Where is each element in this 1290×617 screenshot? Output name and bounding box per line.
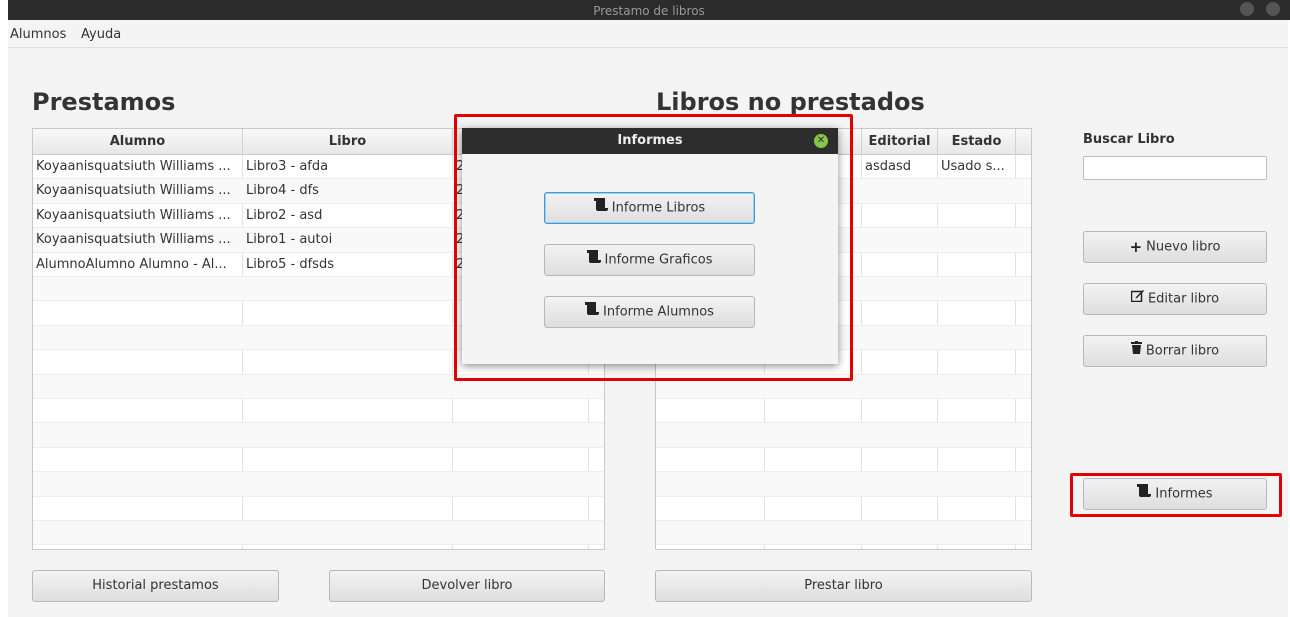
edit-book-label: Editar libro	[1147, 291, 1220, 307]
reports-label: Informes	[1155, 486, 1213, 502]
column-header-estado[interactable]: Estado	[938, 129, 1016, 155]
report-charts-button[interactable]: Informe Graficos	[544, 244, 755, 276]
column-header-libro[interactable]: Libro	[243, 129, 453, 155]
cell-editorial: asdasd	[865, 159, 911, 174]
cell-alumno: Koyaanisquatsiuth Williams ...	[36, 159, 231, 174]
report-books-label: Informe Libros	[611, 200, 706, 216]
dialog-title: Informes	[617, 133, 683, 148]
report-books-button[interactable]: Informe Libros	[544, 192, 755, 224]
window-titlebar: Prestamo de libros	[8, 0, 1290, 20]
cell-libro: Libro3 - afda	[246, 159, 329, 174]
new-book-label: Nuevo libro	[1146, 239, 1221, 255]
table-row[interactable]	[33, 521, 604, 546]
table-row[interactable]	[33, 448, 604, 473]
table-row[interactable]	[656, 521, 1031, 546]
reports-dialog: Informes ✕ Informe Libros Informe Grafic…	[462, 128, 838, 364]
scroll-icon	[586, 245, 601, 275]
cell-libro: Libro2 - asd	[246, 207, 323, 223]
menu-ayuda[interactable]: Ayuda	[81, 27, 121, 42]
cell-alumno: Koyaanisquatsiuth Williams ...	[36, 183, 231, 199]
cell-libro: Libro4 - dfs	[246, 183, 319, 199]
table-row[interactable]	[33, 497, 604, 521]
table-row[interactable]	[656, 448, 1031, 473]
report-students-button[interactable]: Informe Alumnos	[544, 296, 755, 328]
cell-alumno: AlumnoAlumno Alumno - Al...	[36, 256, 227, 272]
table-row[interactable]	[656, 472, 1031, 497]
dialog-close-icon[interactable]: ✕	[814, 134, 828, 148]
reports-button[interactable]: Informes	[1083, 478, 1267, 510]
close-window-icon[interactable]	[1266, 2, 1280, 16]
cell-estado: Usado s...	[941, 159, 1005, 174]
table-row[interactable]	[656, 399, 1031, 424]
table-row[interactable]	[33, 423, 604, 448]
table-row[interactable]	[656, 374, 1031, 399]
trash-icon	[1130, 336, 1142, 366]
delete-book-button[interactable]: Borrar libro	[1083, 335, 1267, 367]
table-row[interactable]	[656, 423, 1031, 448]
delete-book-label: Borrar libro	[1145, 343, 1220, 359]
history-button[interactable]: Historial prestamos	[32, 570, 279, 602]
new-book-button[interactable]: + Nuevo libro	[1083, 231, 1267, 263]
column-header-alumno[interactable]: Alumno	[33, 129, 243, 155]
cell-libro: Libro5 - dfsds	[246, 256, 334, 272]
report-students-label: Informe Alumnos	[603, 304, 714, 320]
scroll-icon	[1137, 479, 1152, 509]
cell-libro: Libro1 - autoi	[246, 232, 333, 248]
report-charts-label: Informe Graficos	[604, 252, 713, 268]
scroll-icon	[593, 193, 608, 223]
edit-book-button[interactable]: Editar libro	[1083, 283, 1267, 315]
table-row[interactable]	[33, 374, 604, 399]
books-heading: Libros no prestados	[656, 88, 925, 116]
search-book-input[interactable]	[1083, 156, 1267, 180]
menu-bar: Alumnos Ayuda	[8, 20, 1288, 48]
window-title: Prestamo de libros	[593, 4, 705, 18]
loans-heading: Prestamos	[32, 88, 176, 116]
search-label: Buscar Libro	[1083, 132, 1175, 147]
scroll-icon	[585, 297, 600, 327]
cell-alumno: Koyaanisquatsiuth Williams ...	[36, 232, 231, 248]
return-book-button[interactable]: Devolver libro	[329, 570, 605, 602]
plus-icon: +	[1129, 238, 1143, 256]
dialog-titlebar: Informes	[462, 128, 838, 154]
cell-alumno: Koyaanisquatsiuth Williams ...	[36, 207, 231, 223]
minimize-icon[interactable]	[1240, 2, 1254, 16]
lend-book-button[interactable]: Prestar libro	[655, 570, 1032, 602]
table-row[interactable]	[656, 497, 1031, 521]
table-row[interactable]	[33, 472, 604, 497]
column-header-editorial[interactable]: Editorial	[862, 129, 938, 155]
table-row[interactable]	[33, 399, 604, 424]
menu-alumnos[interactable]: Alumnos	[10, 27, 66, 42]
edit-icon	[1130, 284, 1144, 314]
